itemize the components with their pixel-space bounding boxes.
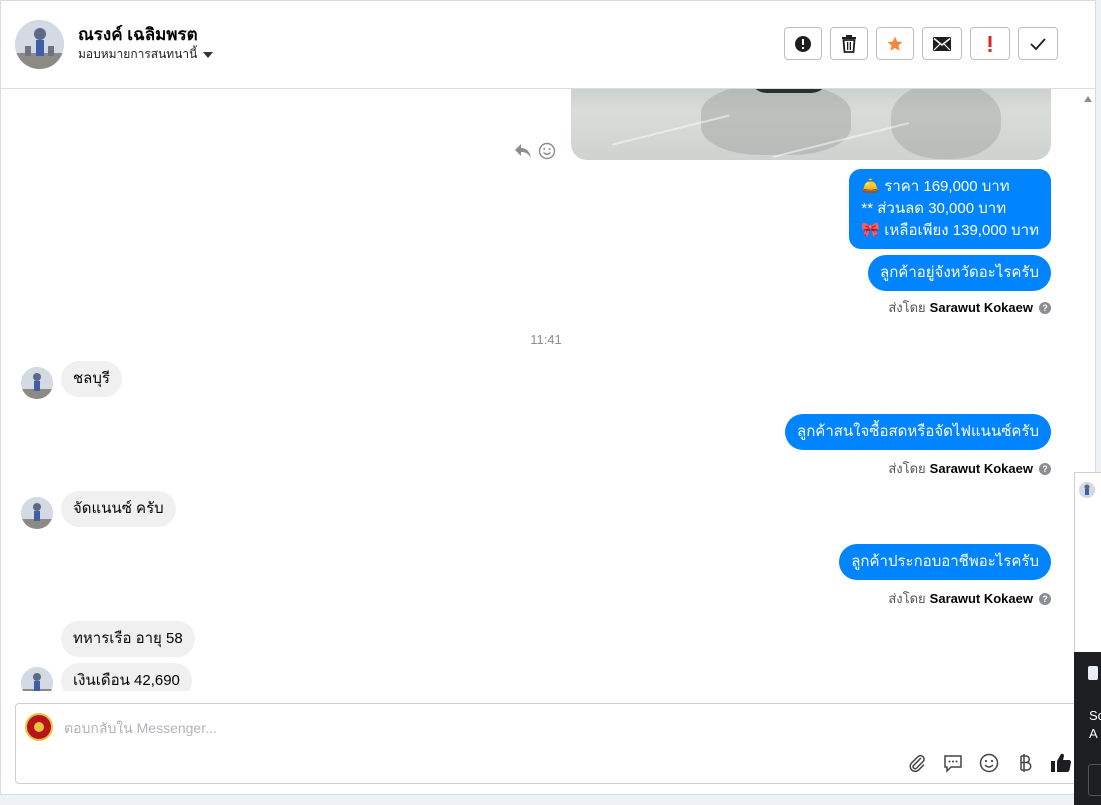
page-avatar [25,713,53,741]
baht-icon[interactable] [1014,752,1036,774]
toast-line-2: A [1089,726,1098,741]
star-icon [887,36,903,51]
car-photo-attachment[interactable] [571,89,1051,160]
sent-by-label: ส่งโดย Sarawut Kokaew ? [888,297,1051,318]
contact-name: ณรงค์ เฉลิมพรต [78,25,198,44]
sent-by-agent: Sarawut Kokaew [929,300,1033,315]
emoji-icon[interactable] [978,752,1000,774]
report-button[interactable] [784,27,822,60]
reply-icon[interactable] [514,143,532,159]
toast-line-1: Sc [1089,708,1101,723]
contact-avatar-small [21,367,53,399]
incoming-message: ชลบุรี [61,361,122,397]
message-actions [514,142,556,160]
trash-icon [842,34,856,53]
sent-by-prefix: ส่งโดย [888,461,926,476]
incoming-message: จัดแนนซ์ ครับ [61,491,176,527]
outgoing-message: ลูกค้าสนใจซื้อสดหรือจัดไฟแนนซ์ครับ [785,414,1051,450]
delete-button[interactable] [830,27,868,60]
app-icon [1088,666,1098,680]
timestamp: 11:41 [530,332,562,347]
contact-avatar-small [21,497,53,529]
report-icon [795,35,811,52]
caret-down-icon [203,51,214,58]
sent-by-prefix: ส่งโดย [888,300,926,315]
outgoing-message-price: 🛎️ ราคา 169,000 บาท ** ส่วนลด 30,000 บาท… [849,169,1051,249]
scroll-up-arrow-icon[interactable] [1084,96,1092,102]
assign-conversation-dropdown[interactable]: มอบหมายการสนทนานี้ [78,45,214,64]
mark-done-button[interactable] [1018,27,1058,60]
reply-input[interactable] [64,718,964,738]
assign-label: มอบหมายการสนทนานี้ [78,47,198,61]
conversation-toolbar [784,27,1058,60]
saved-reply-icon[interactable] [942,752,964,774]
discount-line: ** ส่วนลด 30,000 บาท [861,200,1007,217]
sent-by-label: ส่งโดย Sarawut Kokaew ? [888,588,1051,609]
outgoing-message: ลูกค้าประกอบอาชีพอะไรครับ [839,544,1051,580]
incoming-message: ทหารเรือ อายุ 58 [61,621,195,657]
check-icon [1030,37,1046,50]
message-list[interactable]: 🛎️ ราคา 169,000 บาท ** ส่วนลด 30,000 บาท… [1,89,1079,691]
chat-popup-window[interactable] [1074,472,1101,652]
reply-composer [15,703,1077,784]
contact-avatar-small [21,667,53,691]
mark-important-button[interactable] [970,27,1010,60]
help-icon[interactable]: ? [1039,462,1051,475]
sent-by-agent: Sarawut Kokaew [929,591,1033,606]
like-icon[interactable] [1050,752,1072,774]
incoming-message: เงินเดือน 42,690 [61,663,192,691]
price-line: 🛎️ ราคา 169,000 บาท [861,178,1010,195]
conversation-header: ณรงค์ เฉลิมพรต มอบหมายการสนทนานี้ [1,1,1095,89]
emoji-react-icon[interactable] [538,142,556,160]
help-icon[interactable]: ? [1039,301,1051,314]
star-button[interactable] [876,27,914,60]
sent-by-prefix: ส่งโดย [888,591,926,606]
mail-icon [933,36,951,51]
conversation-panel: ณรงค์ เฉลิมพรต มอบหมายการสนทนานี้ 🛎️ ราค… [0,0,1096,795]
sent-by-agent: Sarawut Kokaew [929,461,1033,476]
sent-by-label: ส่งโดย Sarawut Kokaew ? [888,458,1051,479]
contact-avatar[interactable] [15,20,64,69]
notification-toast[interactable]: Sc A [1074,652,1101,805]
net-price-line: 🎀 เหลือเพียง 139,000 บาท [861,222,1039,239]
composer-tools [906,752,1072,774]
outgoing-message: ลูกค้าอยู่จังหวัดอะไรครับ [868,255,1051,291]
popup-avatar [1079,482,1095,498]
important-icon [988,35,992,52]
mark-unread-button[interactable] [922,27,962,60]
attach-icon[interactable] [906,752,928,774]
toast-button[interactable] [1088,764,1101,796]
help-icon[interactable]: ? [1039,592,1051,605]
